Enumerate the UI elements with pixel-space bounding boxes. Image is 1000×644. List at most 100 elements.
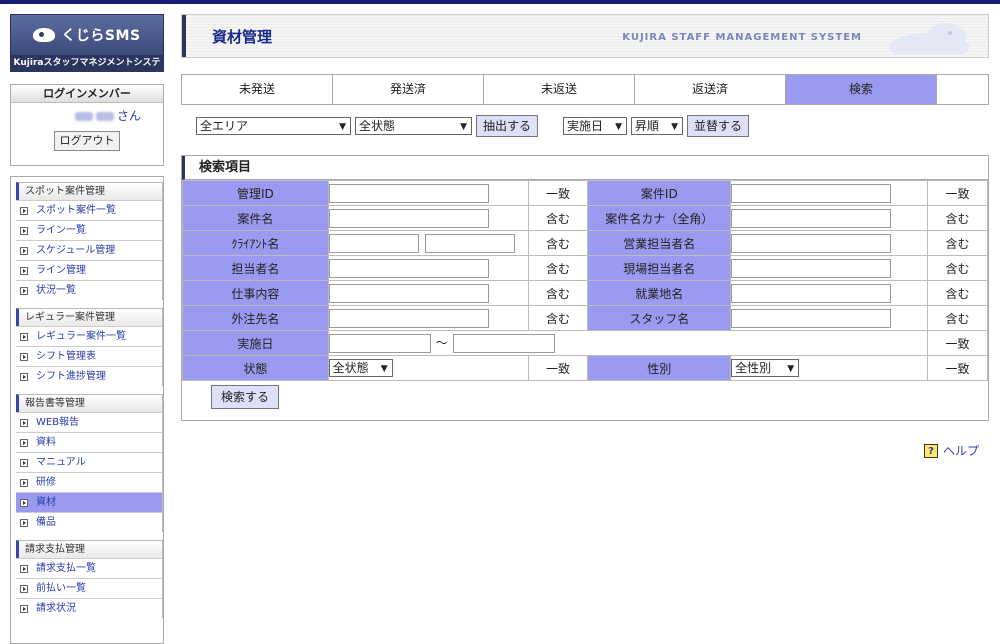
extract-button[interactable]: 抽出する — [476, 115, 539, 137]
match-type: 一致 — [527, 355, 589, 381]
field-label: 案件ID — [587, 180, 732, 206]
sidebar-item[interactable]: 資料 — [16, 432, 163, 452]
text-input[interactable] — [328, 308, 489, 328]
text-input[interactable] — [731, 208, 892, 228]
field-label: ｸﾗｲｱﾝﾄ名 — [182, 230, 329, 256]
sidebar-item[interactable]: スポット案件一覧 — [16, 200, 163, 220]
logout-button[interactable]: ログアウト — [54, 131, 120, 151]
text-input[interactable] — [328, 283, 489, 303]
tab[interactable]: 返送済 — [635, 75, 786, 104]
arrow-bullet-icon — [20, 266, 28, 275]
dropdown-arrow-icon: ▼ — [671, 122, 679, 132]
field-cell — [327, 255, 529, 281]
text-input[interactable] — [731, 283, 892, 303]
arrow-bullet-icon — [20, 206, 28, 215]
search-row: 案件名 含む 案件名カナ（全角） 含む — [182, 205, 988, 231]
field-label: 管理ID — [182, 180, 329, 206]
sidebar-item[interactable]: WEB報告 — [16, 412, 163, 432]
match-type: 一致 — [927, 355, 988, 381]
sidebar-item[interactable]: マニュアル — [16, 452, 163, 472]
help-icon: ? — [924, 443, 938, 458]
arrow-bullet-icon — [20, 458, 28, 467]
text-input[interactable] — [731, 233, 892, 253]
client-name-input-1[interactable] — [328, 233, 419, 253]
arrow-bullet-icon — [20, 438, 28, 447]
area-select[interactable]: 全エリア ▼ — [196, 117, 351, 135]
field-label: 担当者名 — [182, 255, 329, 281]
field-cell — [327, 280, 529, 306]
sidebar-item[interactable]: 前払い一覧 — [16, 578, 163, 598]
status-tabs: 未発送 発送済 未返送 返送済 検索 — [181, 74, 989, 105]
login-user-name: さん — [11, 103, 163, 124]
sort-order-select[interactable]: 昇順 ▼ — [631, 117, 684, 135]
sidebar-item[interactable]: 請求支払一覧 — [16, 558, 163, 578]
sidebar-group: 報告書等管理 WEB報告 資料マニュアル研修資材備品 — [16, 394, 163, 532]
tab[interactable]: 未発送 — [182, 75, 333, 104]
sidebar-item[interactable]: シフト管理表 — [16, 346, 163, 366]
arrow-bullet-icon — [20, 564, 28, 573]
sort-button[interactable]: 並替する — [687, 115, 750, 137]
gender-select[interactable]: 全性別 ▼ — [731, 359, 800, 377]
match-type: 含む — [927, 280, 988, 306]
sidebar-item-label: 請求状況 — [36, 603, 76, 614]
search-row: ｸﾗｲｱﾝﾄ名 含む 営業担当者名 含む — [182, 230, 988, 256]
date-from-input[interactable] — [328, 333, 431, 353]
sidebar-item[interactable]: シフト進捗管理 — [16, 366, 163, 386]
dropdown-arrow-icon: ▼ — [615, 122, 623, 132]
field-cell — [327, 180, 529, 206]
text-input[interactable] — [328, 258, 489, 278]
client-name-input-2[interactable] — [424, 233, 515, 253]
sidebar-item[interactable]: 研修 — [16, 472, 163, 492]
sidebar-group-title: スポット案件管理 — [16, 182, 163, 200]
tab[interactable]: 発送済 — [333, 75, 484, 104]
sidebar-menu: スポット案件管理スポット案件一覧ライン一覧 スケジュール管理 ライン管理状況一覧レギ… — [10, 176, 164, 644]
text-input[interactable] — [731, 308, 892, 328]
brand-subtitle: Kujiraスタッフマネジメントシステム — [11, 55, 163, 84]
sidebar-item[interactable]: ライン管理 — [16, 260, 163, 280]
date-to-input[interactable] — [452, 333, 555, 353]
sidebar-item[interactable]: 請求状況 — [16, 598, 163, 618]
arrow-bullet-icon — [20, 332, 28, 341]
tab[interactable]: 検索 — [786, 75, 937, 104]
field-label: 仕事内容 — [182, 280, 329, 306]
sort-field-select[interactable]: 実施日 ▼ — [563, 117, 628, 135]
tab[interactable]: 未返送 — [484, 75, 635, 104]
arrow-bullet-icon — [20, 584, 28, 593]
sidebar-item-label: スポット案件一覧 — [36, 205, 116, 216]
sidebar-item[interactable]: スケジュール管理 — [16, 240, 163, 260]
text-input[interactable] — [731, 258, 892, 278]
field-cell — [730, 255, 929, 281]
field-cell — [730, 180, 929, 206]
arrow-bullet-icon — [20, 478, 28, 487]
help-link[interactable]: ? ヘルプ — [924, 442, 979, 459]
match-type: 含む — [927, 205, 988, 231]
match-type: 含む — [527, 255, 589, 281]
sidebar-item-label: マニュアル — [36, 457, 86, 468]
sidebar-item[interactable]: 備品 — [16, 512, 163, 532]
text-input[interactable] — [328, 183, 489, 203]
search-row-date: 実施日 ～ 一致 — [182, 330, 988, 356]
match-type: 一致 — [527, 180, 589, 206]
sidebar-item-label: 資材 — [36, 497, 56, 508]
field-label: 外注先名 — [182, 305, 329, 331]
search-submit-button[interactable]: 検索する — [211, 385, 279, 409]
status-select[interactable]: 全状態 ▼ — [355, 117, 472, 135]
date-range-cell: ～ — [327, 330, 929, 356]
sidebar-item[interactable]: 状況一覧 — [16, 280, 163, 300]
sidebar-item-label: 状況一覧 — [36, 285, 76, 296]
date-separator: ～ — [435, 335, 448, 350]
match-type: 含む — [927, 255, 988, 281]
header-accent — [182, 15, 186, 57]
text-input[interactable] — [731, 183, 892, 203]
brand-logo[interactable]: くじらSMS Kujiraスタッフマネジメントシステム — [10, 14, 164, 84]
sidebar-item[interactable]: 資材 — [16, 492, 163, 512]
state-select[interactable]: 全状態 ▼ — [328, 359, 393, 377]
sidebar-item[interactable]: ライン一覧 — [16, 220, 163, 240]
field-cell — [730, 230, 929, 256]
sidebar-item[interactable]: レギュラー案件一覧 — [16, 326, 163, 346]
sidebar-group: スポット案件管理スポット案件一覧ライン一覧 スケジュール管理 ライン管理状況一覧 — [16, 182, 163, 300]
sidebar-group-title: 報告書等管理 — [16, 394, 163, 412]
text-input[interactable] — [328, 208, 489, 228]
match-type: 含む — [527, 205, 589, 231]
sidebar-group: レギュラー案件管理 レギュラー案件一覧 シフト管理表 シフト進捗管理 — [16, 308, 163, 386]
